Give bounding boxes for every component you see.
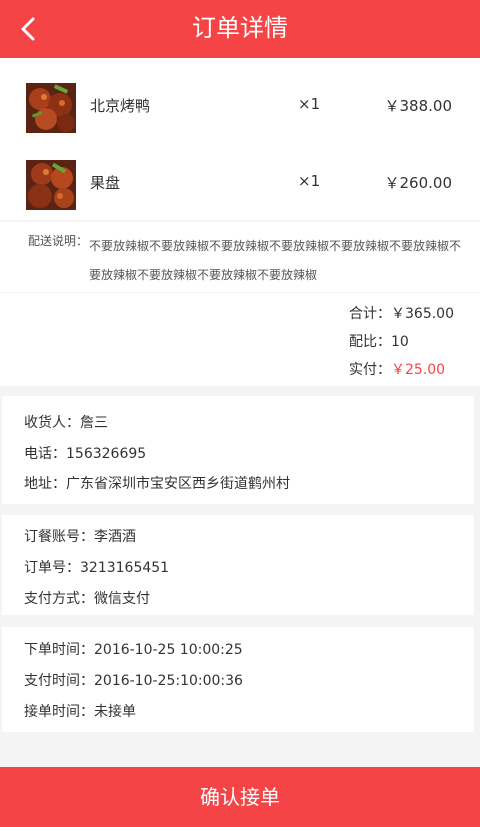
item-quantity: ×1 (298, 95, 321, 113)
confirm-order-button[interactable]: 确认接单 (0, 767, 480, 827)
subtotal-value: ￥365.00 (391, 306, 454, 322)
subtotal-label: 合计： (349, 306, 391, 322)
order-number: 3213165451 (80, 560, 170, 576)
food-thumbnail (26, 83, 76, 133)
order-item[interactable]: 果盘 ×1 ￥260.00 (0, 150, 480, 210)
order-info-card: 订餐账号：李酒酒 订单号：3213165451 支付方式：微信支付 (2, 515, 474, 615)
item-price: ￥388.00 (384, 97, 453, 115)
payment-method: 微信支付 (94, 591, 150, 607)
order-number-row: 订单号：3213165451 (24, 557, 169, 577)
time-info-card: 下单时间：2016-10-25 10:00:25 支付时间：2016-10-25… (2, 627, 474, 732)
paid-value: ￥25.00 (391, 362, 446, 378)
item-name: 北京烤鸭 (90, 97, 151, 115)
accept-time-label: 接单时间： (24, 704, 94, 720)
accept-time: 未接单 (94, 704, 136, 720)
receiver-address: 广东省深圳市宝安区西乡街道鹤州村 (66, 476, 290, 492)
item-name: 果盘 (90, 174, 121, 192)
delivery-note: 配送说明： 不要放辣椒不要放辣椒不要放辣椒不要放辣椒不要放辣椒不要放辣椒不要放辣… (0, 222, 480, 292)
pay-time: 2016-10-25:10:00:36 (94, 673, 243, 689)
delivery-note-label: 配送说明： (28, 234, 89, 248)
order-number-label: 订单号： (24, 560, 80, 576)
header-bar: 订单详情 (0, 0, 480, 58)
order-time-label: 下单时间： (24, 642, 94, 658)
ratio-value: 10 (391, 334, 409, 350)
order-items: 北京烤鸭 ×1 ￥388.00 果盘 ×1 ￥260.00 (0, 58, 480, 220)
price-summary: 合计：￥365.00 配比：10 实付：￥25.00 (0, 293, 480, 386)
page-title: 订单详情 (192, 14, 288, 42)
receiver-phone-row: 电话：156326695 (24, 443, 146, 463)
receiver-name-label: 收货人： (24, 415, 80, 431)
paid-row: 实付：￥25.00 (349, 359, 445, 379)
receiver-address-label: 地址： (24, 476, 66, 492)
receiver-phone[interactable]: 156326695 (66, 446, 146, 462)
item-quantity: ×1 (298, 172, 321, 190)
account-value: 李酒酒 (94, 529, 136, 545)
subtotal-row: 合计：￥365.00 (349, 303, 454, 323)
paid-label: 实付： (349, 362, 391, 378)
ratio-label: 配比： (349, 334, 391, 350)
payment-method-row: 支付方式：微信支付 (24, 588, 150, 608)
order-time-row: 下单时间：2016-10-25 10:00:25 (24, 639, 243, 659)
food-thumbnail (26, 160, 76, 210)
ratio-row: 配比：10 (349, 331, 409, 351)
account-label: 订餐账号： (24, 529, 94, 545)
payment-method-label: 支付方式： (24, 591, 94, 607)
receiver-phone-label: 电话： (24, 446, 66, 462)
receiver-name: 詹三 (80, 415, 108, 431)
order-time: 2016-10-25 10:00:25 (94, 642, 243, 658)
receiver-address-row: 地址：广东省深圳市宝安区西乡街道鹤州村 (24, 473, 290, 493)
pay-time-row: 支付时间：2016-10-25:10:00:36 (24, 670, 243, 690)
order-item[interactable]: 北京烤鸭 ×1 ￥388.00 (0, 73, 480, 133)
accept-time-row: 接单时间：未接单 (24, 701, 136, 721)
receiver-name-row: 收货人：詹三 (24, 412, 108, 432)
pay-time-label: 支付时间： (24, 673, 94, 689)
delivery-note-text: 不要放辣椒不要放辣椒不要放辣椒不要放辣椒不要放辣椒不要放辣椒不要放辣椒不要放辣椒… (89, 239, 462, 282)
receiver-card: 收货人：詹三 电话：156326695 地址：广东省深圳市宝安区西乡街道鹤州村 (2, 396, 474, 504)
account-row: 订餐账号：李酒酒 (24, 526, 136, 546)
item-price: ￥260.00 (384, 174, 453, 192)
